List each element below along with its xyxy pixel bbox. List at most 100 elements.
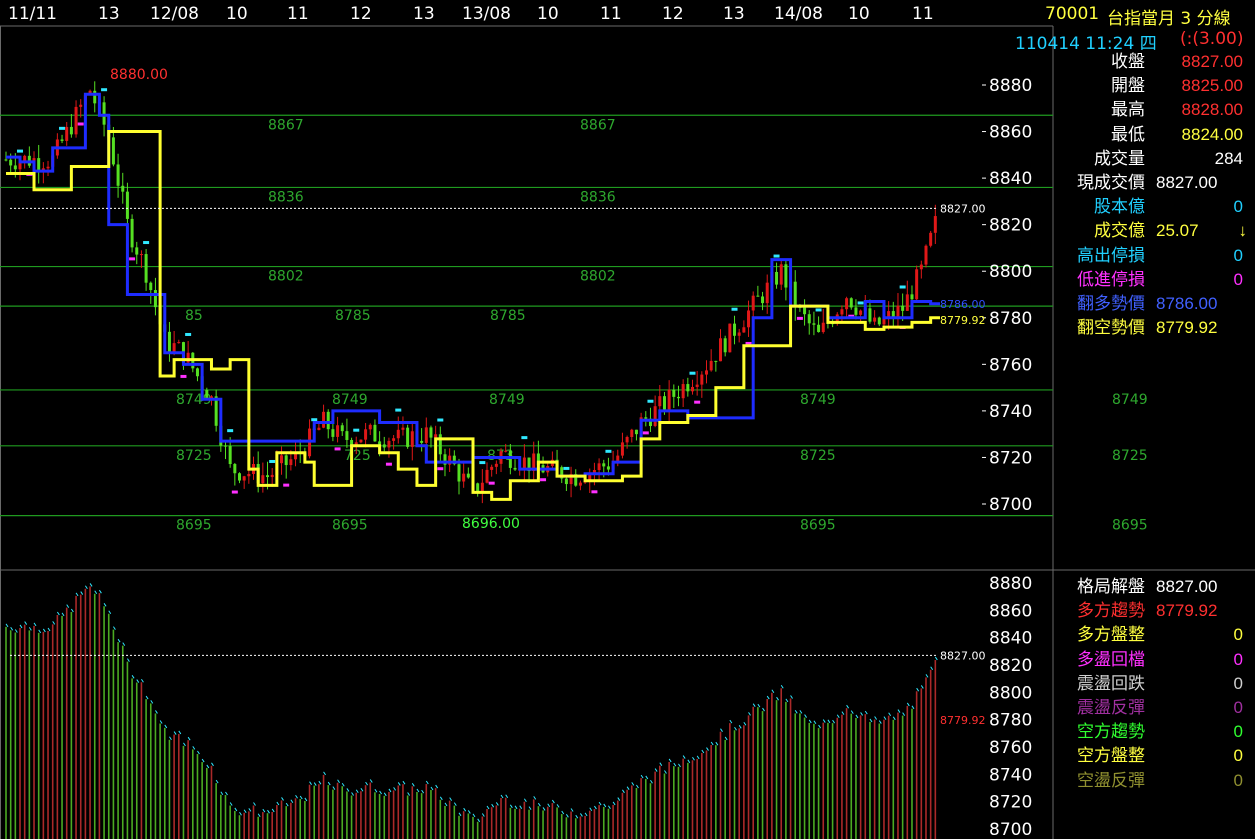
lower-tick [472, 813, 476, 818]
x-tick-label: 12 [662, 4, 684, 24]
x-tick-label: 14/08 [774, 4, 823, 24]
candle-body [424, 427, 428, 443]
low-marker [591, 490, 598, 494]
candle-body [289, 459, 293, 466]
candle-body [387, 440, 391, 448]
level-label: 8749 [332, 392, 368, 408]
quote-row: 成交量 284 [0, 147, 1255, 171]
candle [457, 458, 461, 495]
low-marker [231, 490, 238, 494]
quote-value: 8824.00 [1181, 124, 1243, 144]
quote-row: 低進停損 0 [0, 268, 1255, 292]
candle [522, 444, 526, 482]
lower-tick [523, 798, 527, 803]
status-label: 多方趨勢 [1077, 601, 1145, 621]
candle [336, 416, 340, 443]
candle [476, 482, 480, 497]
lower-tick [449, 797, 453, 801]
candle [480, 469, 484, 504]
candle [322, 404, 326, 429]
candle-body [602, 463, 606, 467]
lower-tick [486, 805, 490, 810]
lower-tick [439, 796, 443, 801]
lower-tick [383, 792, 387, 797]
candle [429, 425, 433, 448]
candle [625, 435, 629, 449]
lower-tick [514, 805, 518, 810]
candle [410, 423, 414, 461]
candle [238, 472, 241, 484]
high-marker [563, 466, 570, 470]
quote-row: 現成交價 8827.00 [0, 171, 1255, 195]
quote-label: 股本億 [1094, 197, 1145, 217]
down-arrow-icon: ↓ [1238, 221, 1248, 241]
candle-body [695, 384, 699, 387]
lower-tick [612, 801, 616, 806]
x-tick-label: 13 [413, 4, 435, 24]
lower-tick [229, 802, 233, 806]
quote-value: 8786.00 [1156, 294, 1218, 313]
high-marker [689, 371, 696, 375]
low-marker [180, 374, 187, 378]
candle-body [392, 438, 396, 441]
candle-body [228, 446, 232, 465]
lower-tick [495, 802, 499, 806]
lower-tick [453, 802, 457, 806]
lower-tick [556, 804, 560, 808]
status-value: 0 [1233, 649, 1243, 669]
candle [560, 465, 564, 484]
lower-tick [561, 810, 565, 815]
lower-tick [271, 808, 275, 813]
candle-body [410, 431, 414, 447]
high-marker [353, 428, 360, 432]
x-tick-label: 10 [848, 4, 870, 24]
price-change: (:(3.00) [1180, 29, 1244, 49]
candle-body [331, 429, 335, 437]
candle-body [658, 396, 662, 407]
candle [280, 446, 284, 475]
lower-tick [262, 808, 266, 813]
quote-label: 成交量 [1094, 148, 1145, 168]
candle [499, 448, 503, 473]
level-label: 8695 [800, 518, 836, 534]
lower-tick [304, 797, 308, 802]
lower-tick [248, 808, 252, 812]
x-tick-label: 13 [723, 4, 745, 24]
candle [466, 467, 470, 479]
high-marker [605, 449, 612, 453]
x-tick-label: 10 [537, 4, 559, 24]
candle [630, 428, 634, 443]
candle-body [672, 389, 676, 397]
candle-body [620, 442, 624, 456]
candle [438, 426, 442, 463]
lower-tick [542, 807, 546, 811]
candle [616, 449, 620, 467]
low-marker [385, 462, 392, 466]
quote-value: 284 [1214, 148, 1243, 168]
candle-body [681, 384, 685, 399]
candle-body [382, 444, 386, 448]
candle [690, 379, 694, 395]
candle-body [634, 429, 638, 435]
status-label: 震盪反彈 [1077, 698, 1145, 717]
x-tick-label: 11/11 [8, 4, 57, 24]
candle-body [247, 473, 251, 477]
level-label: 8695 [1112, 518, 1148, 534]
candle-body [378, 441, 382, 445]
candle-body [345, 431, 349, 440]
high-marker [647, 399, 654, 403]
candle-body [504, 450, 508, 452]
candle [462, 460, 466, 488]
candle [541, 456, 545, 474]
candle-body [177, 342, 181, 344]
candle-body [709, 360, 713, 371]
lower-tick [234, 807, 238, 812]
candle [242, 475, 246, 489]
status-label: 震盪回跌 [1077, 673, 1145, 693]
lower-y-tick-label: 8700 [989, 820, 1032, 839]
y-tick-label: 8700 [989, 495, 1032, 515]
quote-row: 最低 8824.00 [0, 123, 1255, 147]
level-label: 8749 [1112, 392, 1148, 408]
candle-body [490, 466, 494, 470]
low-marker [540, 478, 547, 482]
